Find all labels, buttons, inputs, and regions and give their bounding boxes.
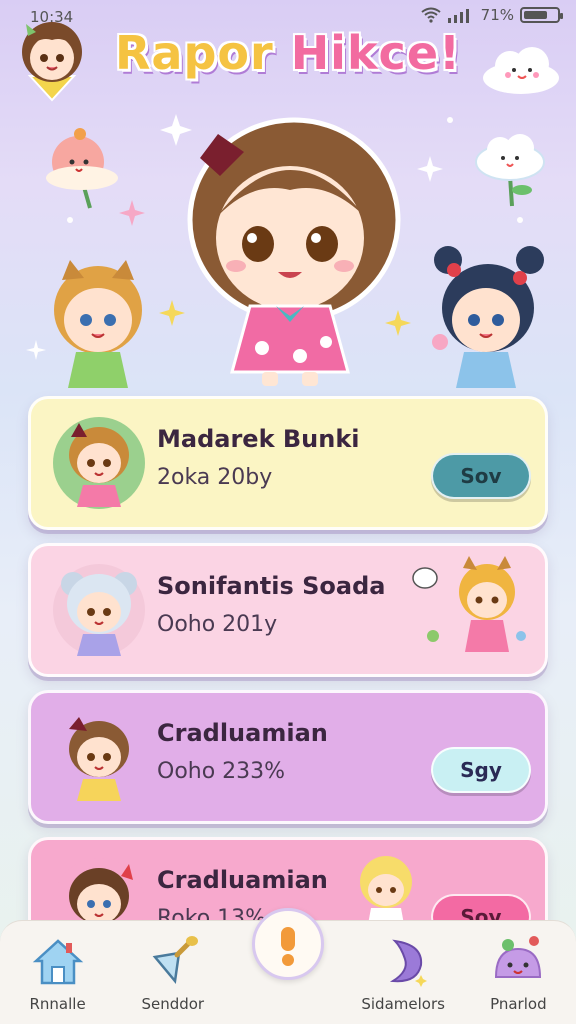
nav-item-home[interactable]: Rnnalle (3, 921, 113, 1021)
card-action-button[interactable]: Sov (431, 453, 531, 499)
nav-item-profile[interactable]: Pnarlod (463, 921, 573, 1021)
character-name: Madarek Bunki (157, 425, 360, 453)
character-card-list: Madarek Bunki 2oka 20by Sov Sonifantis S… (28, 396, 548, 984)
character-card[interactable]: Sonifantis Soada Ooho 201y (28, 543, 548, 677)
character-detail: 2oka 20by (157, 465, 273, 490)
battery-percent: 71% (480, 6, 514, 24)
character-detail: Ooho 233% (157, 759, 286, 784)
nav-item-sidamelors[interactable]: Sidamelors (348, 921, 458, 1021)
nav-label: Sidamelors (361, 995, 445, 1013)
character-name: Cradluamian (157, 866, 328, 894)
hero-characters-illustration (54, 117, 544, 388)
nav-item-sender[interactable]: Senddor (118, 921, 228, 1021)
battery-icon (520, 7, 563, 23)
character-name: Sonifantis Soada (157, 572, 386, 600)
character-avatar (53, 564, 145, 656)
character-name: Cradluamian (157, 719, 328, 747)
character-sticker (412, 556, 526, 652)
moon-icon (390, 939, 428, 987)
wifi-icon (421, 7, 441, 23)
slime-icon (495, 936, 542, 978)
character-detail: Ooho 201y (157, 612, 278, 637)
house-icon (32, 939, 83, 985)
shovel-icon (152, 936, 198, 984)
signal-icon (447, 9, 469, 23)
character-avatar (53, 711, 145, 803)
nav-label: Pnarlod (490, 995, 547, 1013)
character-card[interactable]: Madarek Bunki 2oka 20by Sov (28, 396, 548, 530)
alert-icon (281, 927, 295, 966)
character-card[interactable]: Cradluamian Ooho 233% Sgy (28, 690, 548, 824)
card-action-button[interactable]: Sgy (431, 747, 531, 793)
nav-label: Rnnalle (29, 995, 86, 1013)
nav-label: Senddor (141, 995, 205, 1013)
character-sticker (360, 856, 412, 930)
character-avatar (53, 417, 145, 509)
center-action-button[interactable] (252, 908, 324, 980)
smiling-cloud-icon (483, 47, 559, 94)
